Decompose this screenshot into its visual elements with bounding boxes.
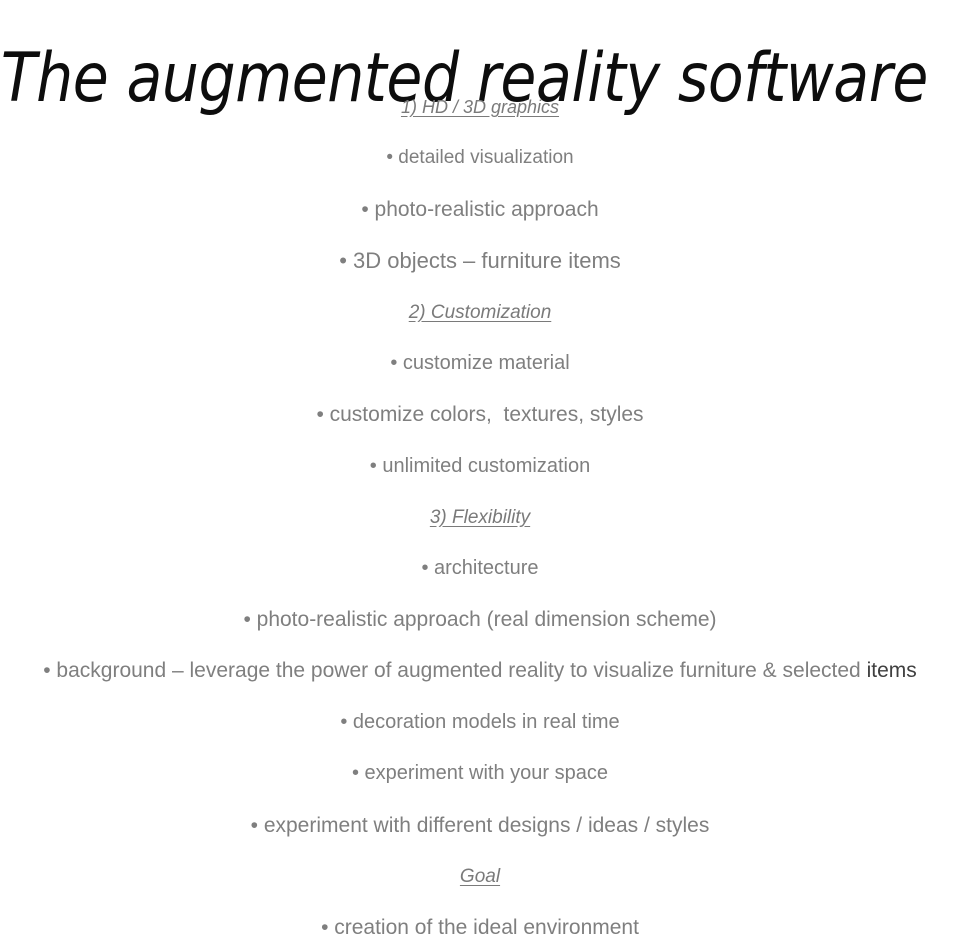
section-heading: 1) HD / 3D graphics bbox=[400, 97, 560, 117]
emphasized-word: items bbox=[866, 659, 917, 682]
list-item: • experiment with your space bbox=[351, 762, 608, 784]
list-item: • decoration models in real time bbox=[340, 711, 620, 733]
section-heading: 3) Flexibility bbox=[429, 507, 531, 528]
list-item: • experiment with different designs / id… bbox=[250, 814, 710, 837]
list-item: • 3D objects – furniture items bbox=[339, 248, 621, 273]
list-item: • customize colors, textures, styles bbox=[316, 403, 644, 426]
list-item: • creation of the ideal environment bbox=[321, 916, 639, 934]
list-item: • unlimited customization bbox=[369, 455, 591, 477]
list-item: • photo-realistic approach bbox=[361, 198, 599, 221]
list-item: • detailed visualization bbox=[386, 147, 574, 168]
list-item-text: • background – leverage the power of aug… bbox=[43, 659, 867, 682]
list-item: • background – leverage the power of aug… bbox=[0, 656, 960, 685]
list-item: • photo-realistic approach (real dimensi… bbox=[243, 608, 717, 631]
section-heading: 2) Customization bbox=[408, 302, 552, 323]
list-item: • customize material bbox=[390, 352, 570, 374]
section-heading: Goal bbox=[459, 866, 501, 887]
slide-canvas: The augmented reality software 1) HD / 3… bbox=[0, 0, 960, 934]
list-item: • architecture bbox=[421, 557, 539, 579]
